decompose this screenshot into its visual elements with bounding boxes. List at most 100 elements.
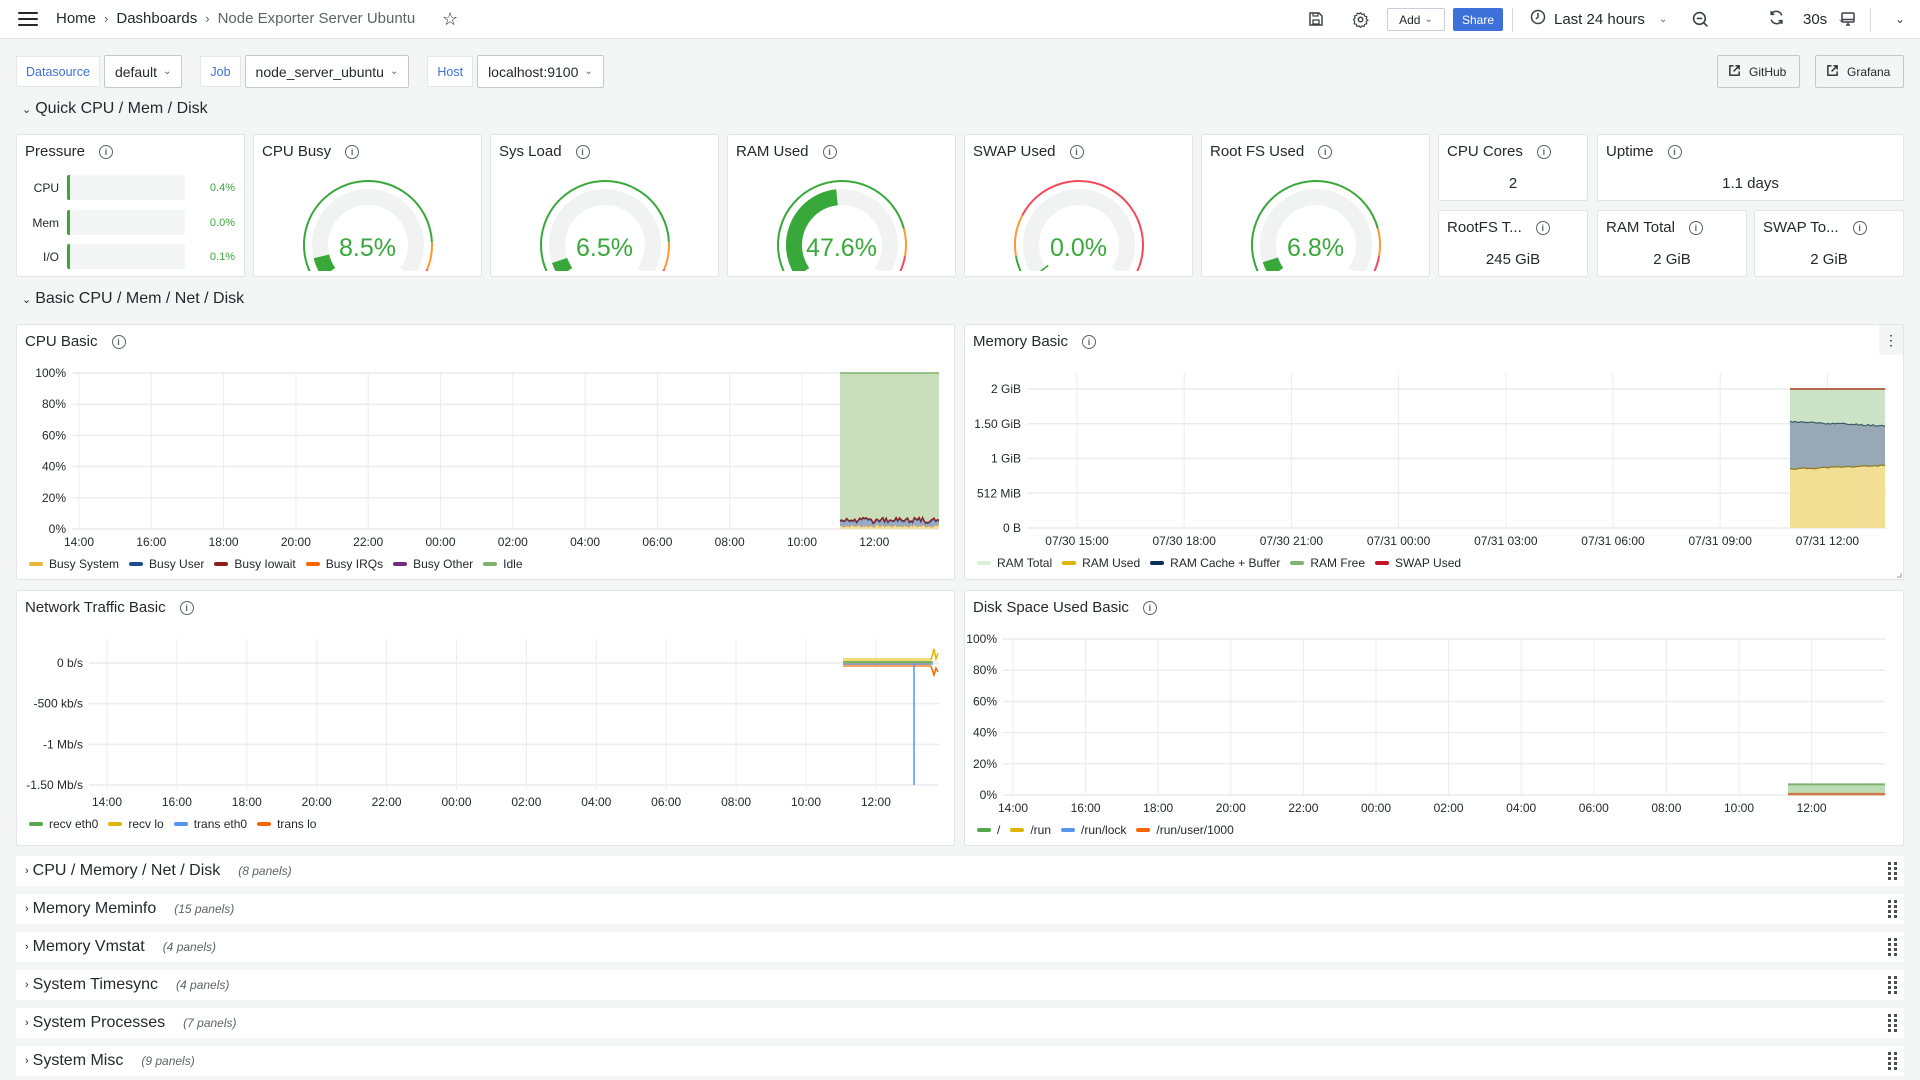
info-icon[interactable]: i: [822, 144, 837, 159]
legend-item[interactable]: trans lo: [257, 817, 316, 831]
legend-item[interactable]: RAM Free: [1290, 556, 1365, 570]
legend-item[interactable]: Busy User: [129, 557, 204, 571]
chevron-down-icon[interactable]: ⌄: [1890, 9, 1910, 29]
legend-item[interactable]: Busy Other: [393, 557, 473, 571]
resize-handle-icon[interactable]: [1897, 573, 1902, 578]
grafana-link[interactable]: Grafana: [1815, 55, 1904, 88]
row-quick-cpu-mem-disk[interactable]: ⌄ Quick CPU / Mem / Disk: [22, 100, 208, 118]
chevron-down-icon: ⌄: [1658, 13, 1668, 25]
info-icon[interactable]: i: [1318, 144, 1333, 159]
share-button[interactable]: Share: [1453, 8, 1503, 31]
x-tick-label: 20:00: [302, 795, 332, 809]
x-tick-label: 06:00: [642, 535, 672, 549]
breadcrumb-dashboards[interactable]: Dashboards: [116, 10, 197, 27]
collapsed-row[interactable]: › System Processes (7 panels): [16, 1008, 1904, 1038]
zoom-out-icon[interactable]: [1690, 9, 1710, 29]
panel-uptime: Uptime i 1.1 days: [1597, 134, 1904, 201]
add-button[interactable]: Add ⌄: [1387, 8, 1445, 31]
legend-item[interactable]: /run: [1010, 823, 1051, 837]
drag-handle-icon[interactable]: [1888, 900, 1898, 918]
time-range-picker[interactable]: Last 24 hours ⌄: [1530, 9, 1667, 29]
info-icon[interactable]: i: [575, 144, 590, 159]
x-tick-label: 07/31 03:00: [1474, 534, 1538, 548]
legend-item[interactable]: /run/user/1000: [1136, 823, 1234, 837]
y-tick-label: 20%: [973, 757, 997, 771]
job-value: node_server_ubuntu: [255, 63, 384, 80]
legend-item[interactable]: Busy System: [29, 557, 119, 571]
collapsed-row[interactable]: › System Timesync (4 panels): [16, 970, 1904, 1000]
legend-swatch: [1061, 828, 1076, 832]
refresh-icon[interactable]: [1768, 9, 1785, 30]
legend-item[interactable]: RAM Cache + Buffer: [1150, 556, 1280, 570]
info-icon[interactable]: i: [1852, 220, 1867, 235]
github-link[interactable]: GitHub: [1717, 55, 1800, 88]
chart-legend: RAM Total RAM Used RAM Cache + Buffer RAM F…: [977, 556, 1461, 570]
legend-item[interactable]: RAM Used: [1062, 556, 1140, 570]
collapsed-row[interactable]: › Memory Vmstat (4 panels): [16, 932, 1904, 962]
panel-header: Uptime i: [1606, 143, 1682, 160]
pressure-row-io: I/O 0.1%: [25, 244, 235, 269]
panel-cpu-cores: CPU Cores i 2: [1438, 134, 1588, 201]
x-tick-label: 02:00: [511, 795, 541, 809]
gauge-value: 0.0%: [1050, 234, 1107, 262]
pressure-value: 0.4%: [209, 181, 235, 194]
collapsed-row[interactable]: › System Misc (9 panels): [16, 1046, 1904, 1076]
panel-swap-total: SWAP To... i 2 GiB: [1754, 210, 1904, 277]
drag-handle-icon[interactable]: [1888, 938, 1898, 956]
breadcrumb-home[interactable]: Home: [56, 10, 96, 27]
top-navbar: Home › Dashboards › Node Exporter Server…: [0, 0, 1920, 39]
drag-handle-icon[interactable]: [1888, 1052, 1898, 1070]
chevron-down-icon: ⌄: [584, 66, 593, 77]
gear-icon[interactable]: [1350, 9, 1370, 29]
star-icon[interactable]: ☆: [442, 9, 458, 30]
pressure-bar: [67, 175, 185, 200]
job-select[interactable]: node_server_ubuntu ⌄: [244, 55, 410, 88]
legend-item[interactable]: /: [977, 823, 1000, 837]
info-icon[interactable]: i: [99, 144, 114, 159]
panel-title: Root FS Used: [1210, 143, 1305, 160]
legend-item[interactable]: trans eth0: [173, 817, 247, 831]
panel-title: Pressure: [25, 143, 86, 160]
legend-label: /run/user/1000: [1156, 823, 1234, 837]
host-select[interactable]: localhost:9100 ⌄: [477, 55, 604, 88]
legend-item[interactable]: Busy Iowait: [214, 557, 296, 571]
chevron-right-icon: ›: [25, 1017, 29, 1029]
info-icon[interactable]: i: [345, 144, 360, 159]
info-icon[interactable]: i: [1688, 220, 1703, 235]
panel-network-traffic-basic: Network Traffic Basic i -1.50 Mb/s -1 Mb/s…: [16, 590, 955, 846]
panel-title: Uptime: [1606, 143, 1654, 160]
legend-label: Busy User: [149, 557, 205, 571]
info-icon[interactable]: i: [1069, 144, 1084, 159]
gauge-value: 6.8%: [1287, 234, 1344, 262]
drag-handle-icon[interactable]: [1888, 976, 1898, 994]
legend-item[interactable]: recv eth0: [29, 817, 98, 831]
collapsed-row[interactable]: › CPU / Memory / Net / Disk (8 panels): [16, 856, 1904, 886]
legend-item[interactable]: Idle: [483, 557, 523, 571]
menu-icon[interactable]: [18, 12, 38, 26]
save-icon[interactable]: [1306, 9, 1326, 29]
refresh-picker[interactable]: 30s ⌄: [1768, 9, 1846, 30]
row-basic-cpu-mem-net-disk[interactable]: ⌄ Basic CPU / Mem / Net / Disk: [22, 290, 244, 308]
info-icon[interactable]: i: [1535, 220, 1550, 235]
chart-cpu: 0% 20% 40% 60% 80% 100% 14:00 16:00 18:00 20:00 22…: [35, 366, 940, 549]
row-panel-count: (4 panels): [162, 940, 217, 954]
tv-icon[interactable]: [1838, 9, 1858, 29]
datasource-select[interactable]: default ⌄: [103, 55, 183, 88]
info-icon[interactable]: i: [1536, 144, 1551, 159]
drag-handle-icon[interactable]: [1888, 1014, 1898, 1032]
drag-handle-icon[interactable]: [1888, 862, 1898, 880]
pressure-label: I/O: [42, 249, 59, 264]
legend-item[interactable]: Busy IRQs: [305, 557, 383, 571]
y-tick-label: 60%: [973, 694, 997, 708]
legend-item[interactable]: RAM Total: [977, 556, 1052, 570]
info-icon[interactable]: i: [1667, 144, 1682, 159]
row-title: System Misc: [32, 1052, 124, 1069]
breadcrumb-separator-icon: ›: [104, 11, 109, 26]
legend-item[interactable]: /run/lock: [1061, 823, 1126, 837]
legend-label: recv eth0: [49, 817, 99, 831]
legend-item[interactable]: SWAP Used: [1375, 556, 1461, 570]
collapsed-row[interactable]: › Memory Meminfo (15 panels): [16, 894, 1904, 924]
legend-item[interactable]: recv lo: [108, 817, 164, 831]
panel-rootfs-total: RootFS T... i 245 GiB: [1438, 210, 1588, 277]
y-tick-label: 0%: [980, 788, 998, 802]
